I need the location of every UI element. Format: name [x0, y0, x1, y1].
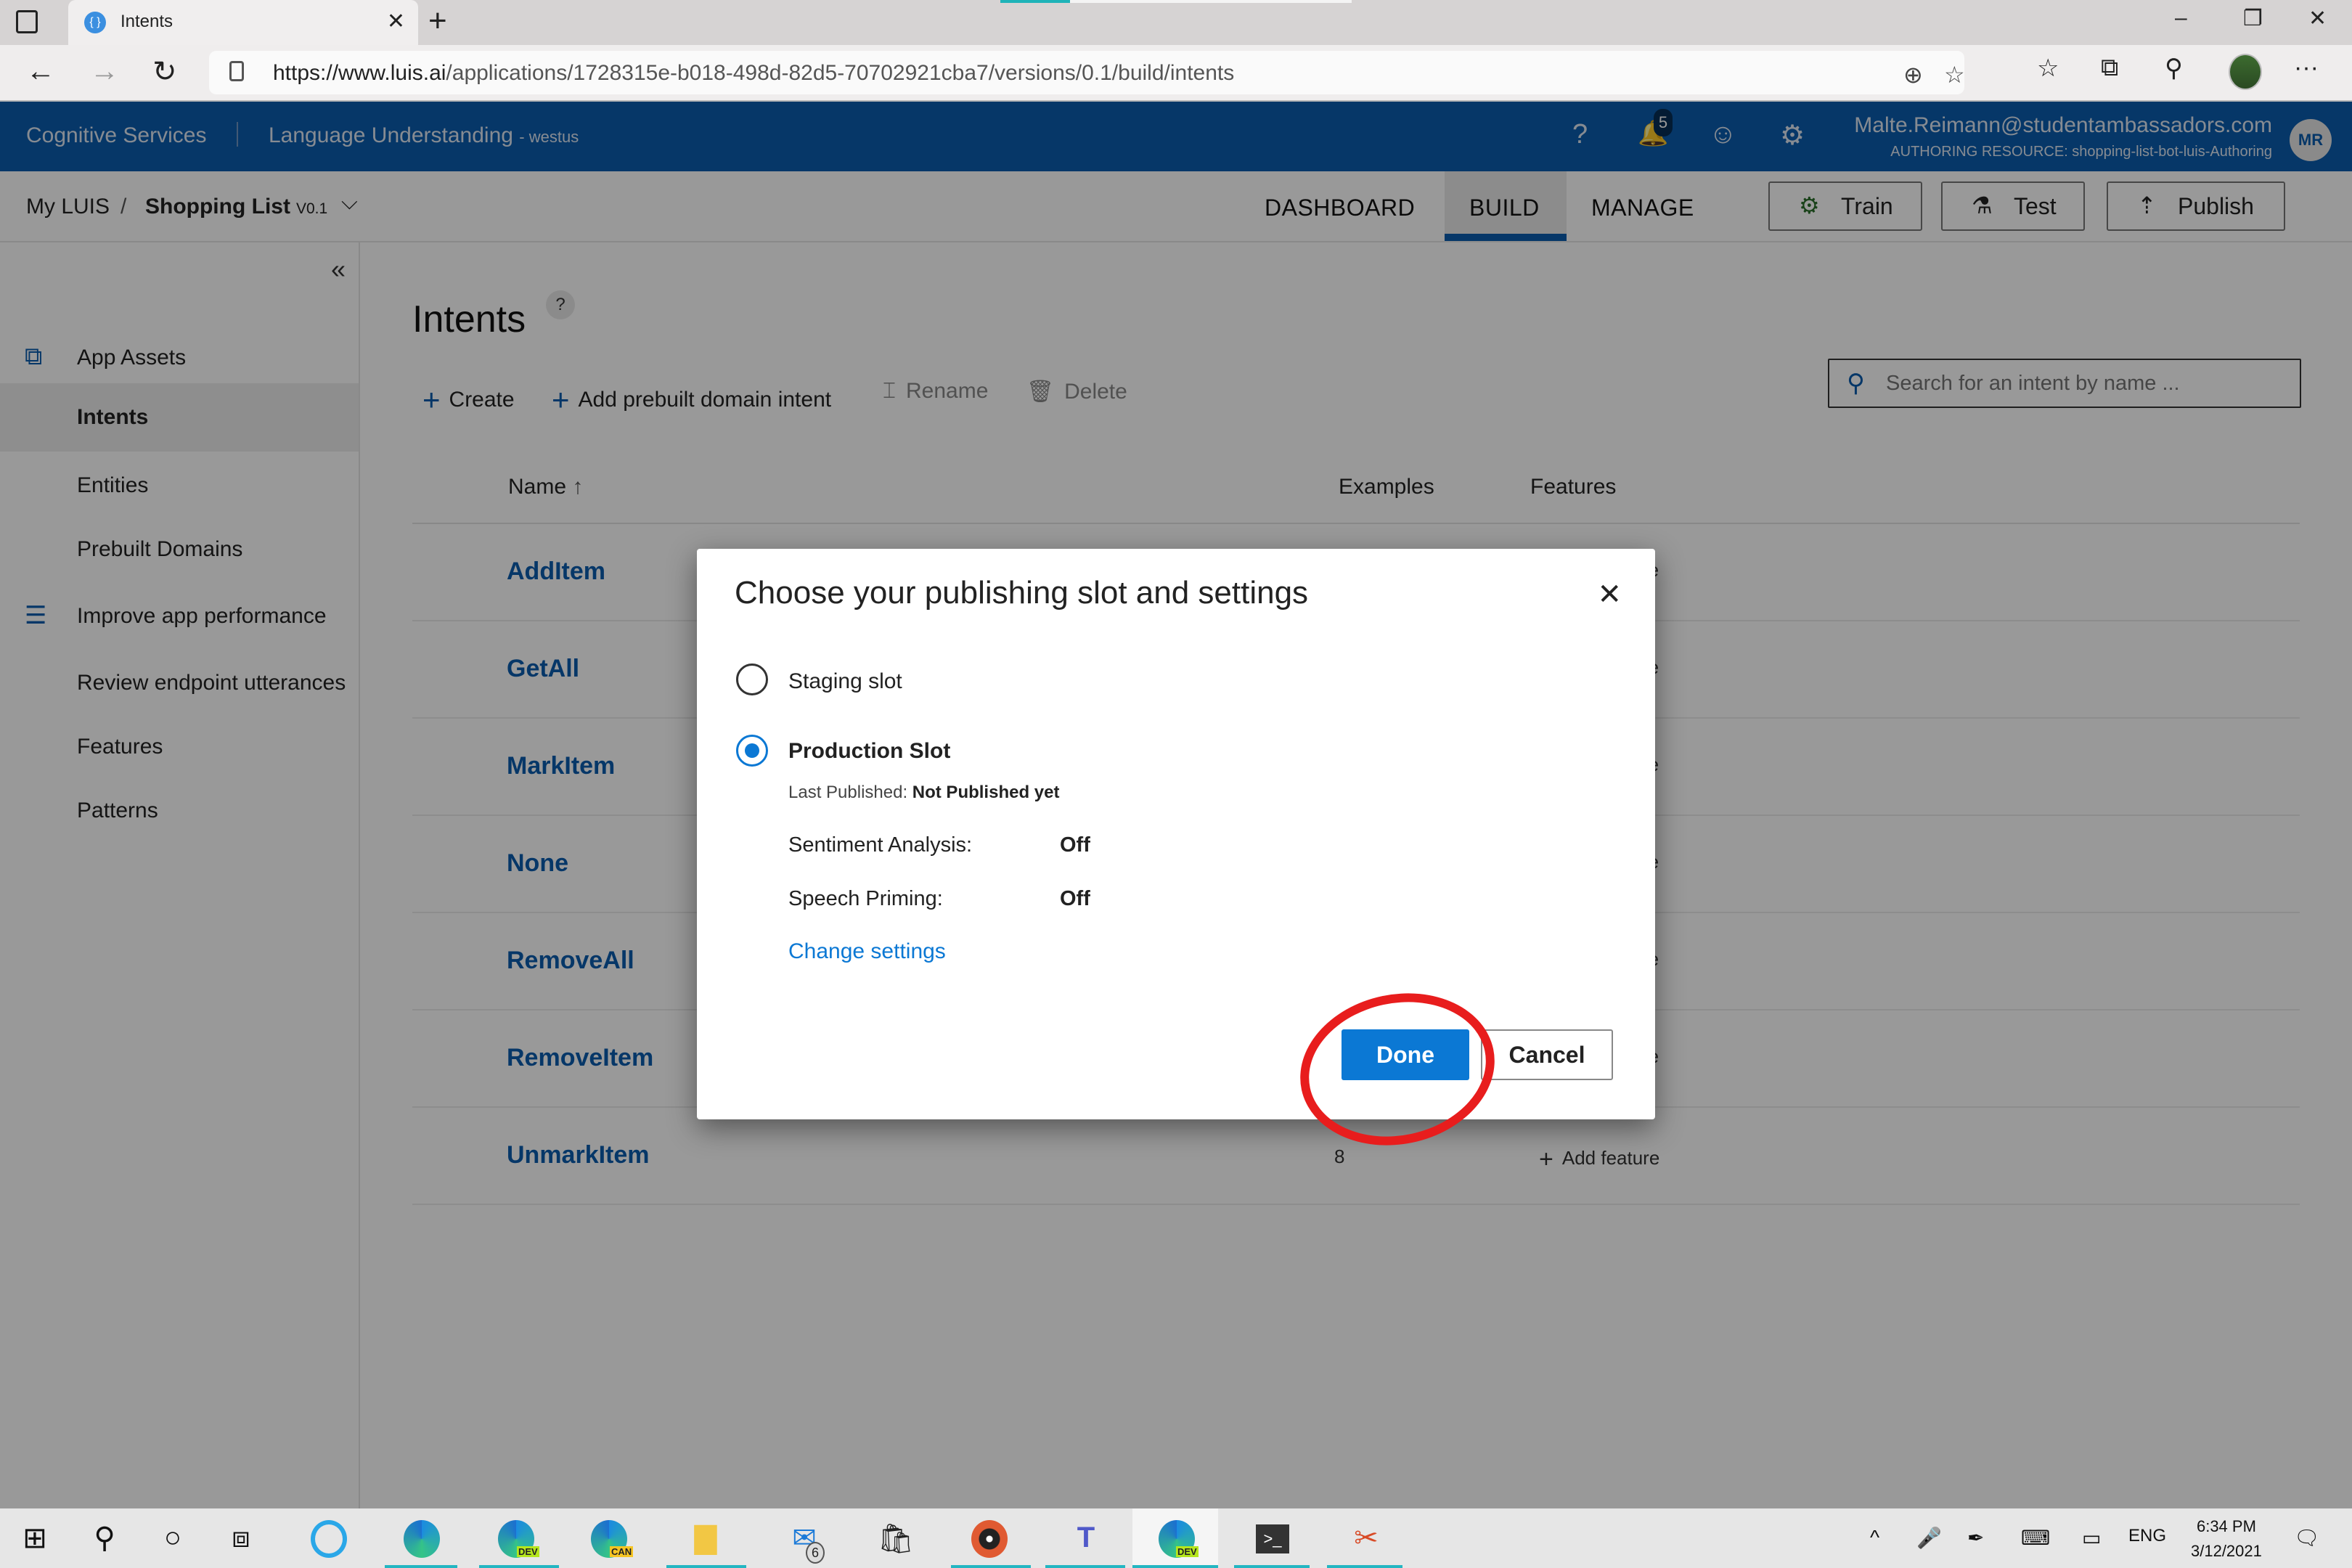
show-hidden-icons-chevron[interactable]: ^ — [1870, 1526, 1879, 1549]
clock[interactable]: 6:34 PM 3/12/2021 — [2191, 1514, 2262, 1564]
taskbar-running-indicator — [1132, 1565, 1218, 1568]
taskbar-running-indicator — [1234, 1565, 1310, 1568]
tab-title: Intents — [121, 12, 173, 31]
close-window-button[interactable]: ✕ — [2308, 6, 2327, 31]
pen-icon[interactable]: ✒ — [1967, 1526, 1984, 1550]
address-bar[interactable]: https://www.luis.ai/applications/1728315… — [209, 51, 1965, 94]
dev-label: DEV — [517, 1546, 539, 1557]
clock-time: 6:34 PM — [2196, 1517, 2256, 1535]
lock-icon[interactable] — [229, 61, 244, 81]
clock-date: 3/12/2021 — [2191, 1542, 2262, 1560]
dialog-title: Choose your publishing slot and settings — [735, 575, 1309, 611]
snip-sketch-icon[interactable]: ✂ — [1344, 1522, 1388, 1555]
taskbar-running-indicator — [1327, 1565, 1402, 1568]
minimize-button[interactable]: – — [2175, 6, 2187, 30]
restore-button[interactable]: ❐ — [2243, 6, 2263, 31]
address-bar-row: ← → ↻ https://www.luis.ai/applications/1… — [0, 45, 2352, 102]
back-button[interactable]: ← — [26, 55, 55, 88]
last-published-info: Last Published: Not Published yet — [788, 783, 1060, 802]
close-dialog-icon[interactable]: ✕ — [1597, 578, 1622, 611]
can-label: CAN — [610, 1546, 634, 1557]
cancel-button[interactable]: Cancel — [1481, 1029, 1613, 1080]
more-icon[interactable]: ··· — [2294, 54, 2319, 82]
url-text[interactable]: https://www.luis.ai/applications/1728315… — [273, 61, 1234, 86]
mail-badge: 6 — [806, 1542, 825, 1564]
sentiment-analysis-value: Off — [1060, 833, 1090, 857]
taskbar-running-indicator — [666, 1565, 746, 1568]
search-icon[interactable]: ⚲ — [83, 1522, 126, 1555]
done-button[interactable]: Done — [1342, 1029, 1469, 1080]
file-explorer-icon[interactable]: ▇ — [684, 1522, 727, 1555]
sentiment-analysis-label: Sentiment Analysis: — [788, 833, 973, 857]
microphone-icon[interactable]: 🎤 — [1916, 1526, 1942, 1550]
taskbar-running-indicator — [479, 1565, 559, 1568]
start-windows-icon[interactable]: ⊞ — [13, 1522, 57, 1555]
browser-tab-strip: { } Intents ✕ + – ❐ ✕ — [0, 0, 2352, 45]
extensions-icon[interactable]: ⚲ — [2165, 54, 2183, 83]
task-view-icon[interactable]: ⧈ — [219, 1522, 263, 1554]
taskbar-running-indicator — [1045, 1565, 1125, 1568]
dev-label: DEV — [1176, 1546, 1199, 1557]
change-settings-link[interactable]: Change settings — [788, 939, 946, 964]
luis-favicon-icon: { } — [84, 12, 106, 33]
touchpad-icon[interactable]: ▭ — [2082, 1526, 2101, 1550]
tab-strip-accent — [1000, 0, 1070, 3]
taskbar-running-indicator — [385, 1565, 457, 1568]
windows-taskbar: ⊞ ⚲ ○ ⧈ DEV CAN ▇ ✉ 6 🛍 T DEV >_ ✂ ^ 🎤 ✒… — [0, 1508, 2352, 1568]
speech-priming-value: Off — [1060, 887, 1090, 910]
groove-music-icon[interactable] — [971, 1520, 1008, 1558]
teams-icon[interactable]: T — [1064, 1522, 1108, 1554]
tab-strip-highlight — [1070, 0, 1352, 3]
tab-actions-icon[interactable] — [16, 10, 38, 33]
browser-tab-intents[interactable]: { } Intents ✕ — [68, 0, 418, 45]
language-indicator[interactable]: ENG — [2128, 1526, 2166, 1546]
production-slot-radio[interactable] — [736, 735, 768, 767]
profile-avatar[interactable] — [2229, 54, 2262, 90]
edge-icon[interactable] — [404, 1520, 440, 1558]
zoom-icon[interactable]: ⊕ — [1903, 61, 1923, 89]
cortana-icon[interactable]: ○ — [151, 1522, 195, 1554]
publish-dialog: Choose your publishing slot and settings… — [697, 549, 1655, 1119]
staging-slot-radio[interactable] — [736, 663, 768, 695]
touch-keyboard-icon[interactable]: ⌨ — [2021, 1526, 2050, 1550]
production-slot-label[interactable]: Production Slot — [788, 739, 950, 764]
taskbar-running-indicator — [951, 1565, 1031, 1568]
forward-button[interactable]: → — [90, 55, 119, 88]
cortana-ring-icon[interactable] — [311, 1520, 347, 1558]
store-icon[interactable]: 🛍 — [874, 1522, 918, 1556]
close-tab-icon[interactable]: ✕ — [387, 9, 405, 34]
refresh-button[interactable]: ↻ — [152, 55, 177, 89]
action-center-icon[interactable]: 🗨 — [2294, 1526, 2320, 1550]
terminal-icon[interactable]: >_ — [1256, 1524, 1289, 1553]
new-tab-button[interactable]: + — [428, 3, 447, 39]
collections-icon[interactable]: ⧉ — [2101, 54, 2118, 82]
favorites-icon[interactable]: ☆ — [2037, 54, 2059, 83]
staging-slot-label[interactable]: Staging slot — [788, 669, 902, 694]
speech-priming-label: Speech Priming: — [788, 887, 943, 910]
add-favorite-icon[interactable]: ☆ — [1944, 61, 1965, 89]
